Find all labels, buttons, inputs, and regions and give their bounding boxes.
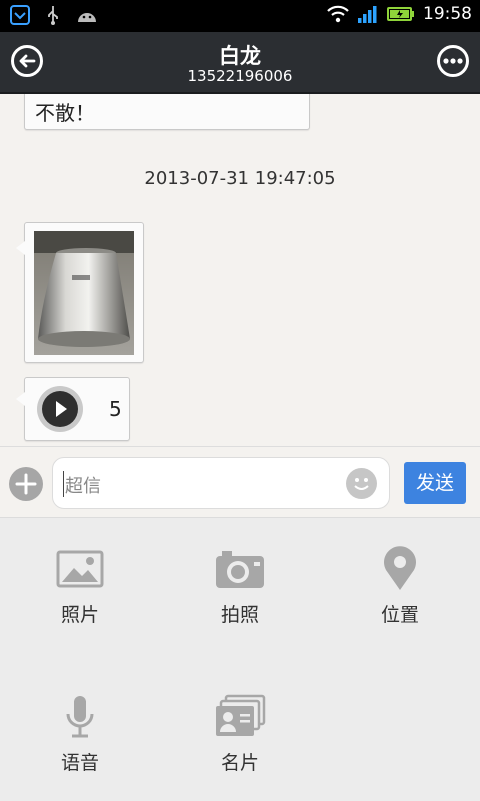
panel-item-label: 语音 [60, 752, 99, 774]
panel-item-camera[interactable]: 拍照 [160, 518, 320, 638]
camera-icon [216, 551, 264, 588]
bubble-tail [16, 392, 25, 406]
panel-item-label: 拍照 [220, 604, 259, 626]
notification-app-icon [10, 5, 30, 25]
play-icon [56, 401, 67, 417]
panel-item-voice[interactable]: 语音 [0, 666, 160, 786]
wifi-icon [327, 5, 349, 23]
more-options-button[interactable] [437, 45, 469, 77]
battery-charging-icon [387, 7, 414, 21]
message-input[interactable]: 超信 [52, 457, 390, 509]
attach-button[interactable] [9, 467, 43, 501]
voice-duration: 5 [109, 397, 122, 421]
compose-bar: 超信 发送 [0, 446, 480, 517]
chat-header: 白龙 13522196006 [0, 32, 480, 94]
usb-icon [48, 6, 58, 25]
bubble-tail [16, 241, 25, 255]
message-text: 不散！ [35, 101, 95, 125]
location-icon [384, 546, 416, 590]
contact-card-icon [216, 694, 266, 736]
text-cursor [63, 471, 64, 497]
panel-item-label: 名片 [220, 752, 259, 774]
status-time: 19:58 [423, 4, 472, 24]
microphone-icon [66, 696, 94, 738]
panel-item-label: 照片 [60, 604, 99, 626]
image-message-bubble[interactable] [16, 222, 144, 363]
contact-phone: 13522196006 [187, 67, 293, 85]
signal-icon [358, 6, 377, 23]
text-message-bubble[interactable]: 不散！ [24, 94, 310, 130]
panel-item-contact-card[interactable]: 名片 [160, 666, 320, 786]
message-photo[interactable] [34, 231, 134, 355]
panel-item-location[interactable]: 位置 [320, 518, 480, 638]
attachment-panel: 照片 拍照 位置 语音 名片 [0, 517, 480, 801]
message-input-placeholder: 超信 [65, 476, 101, 497]
more-dots-icon [443, 58, 463, 64]
contact-name: 白龙 [219, 44, 261, 68]
plus-icon [15, 473, 37, 495]
voice-message-bubble[interactable]: 5 [16, 377, 130, 441]
message-list[interactable]: 不散！ 2013-07-31 19:47:05 5 [0, 94, 480, 446]
photo-icon [56, 550, 104, 588]
play-button[interactable] [37, 386, 83, 432]
panel-item-photo[interactable]: 照片 [0, 518, 160, 638]
panel-item-label: 位置 [380, 604, 419, 626]
android-debug-icon [78, 13, 96, 22]
smiley-icon [354, 478, 369, 490]
kettle-photo-icon [34, 231, 134, 355]
send-button[interactable]: 发送 [404, 462, 466, 504]
message-timestamp: 2013-07-31 19:47:05 [144, 168, 336, 189]
emoji-button[interactable] [346, 468, 377, 499]
status-bar: 19:58 [0, 0, 480, 32]
